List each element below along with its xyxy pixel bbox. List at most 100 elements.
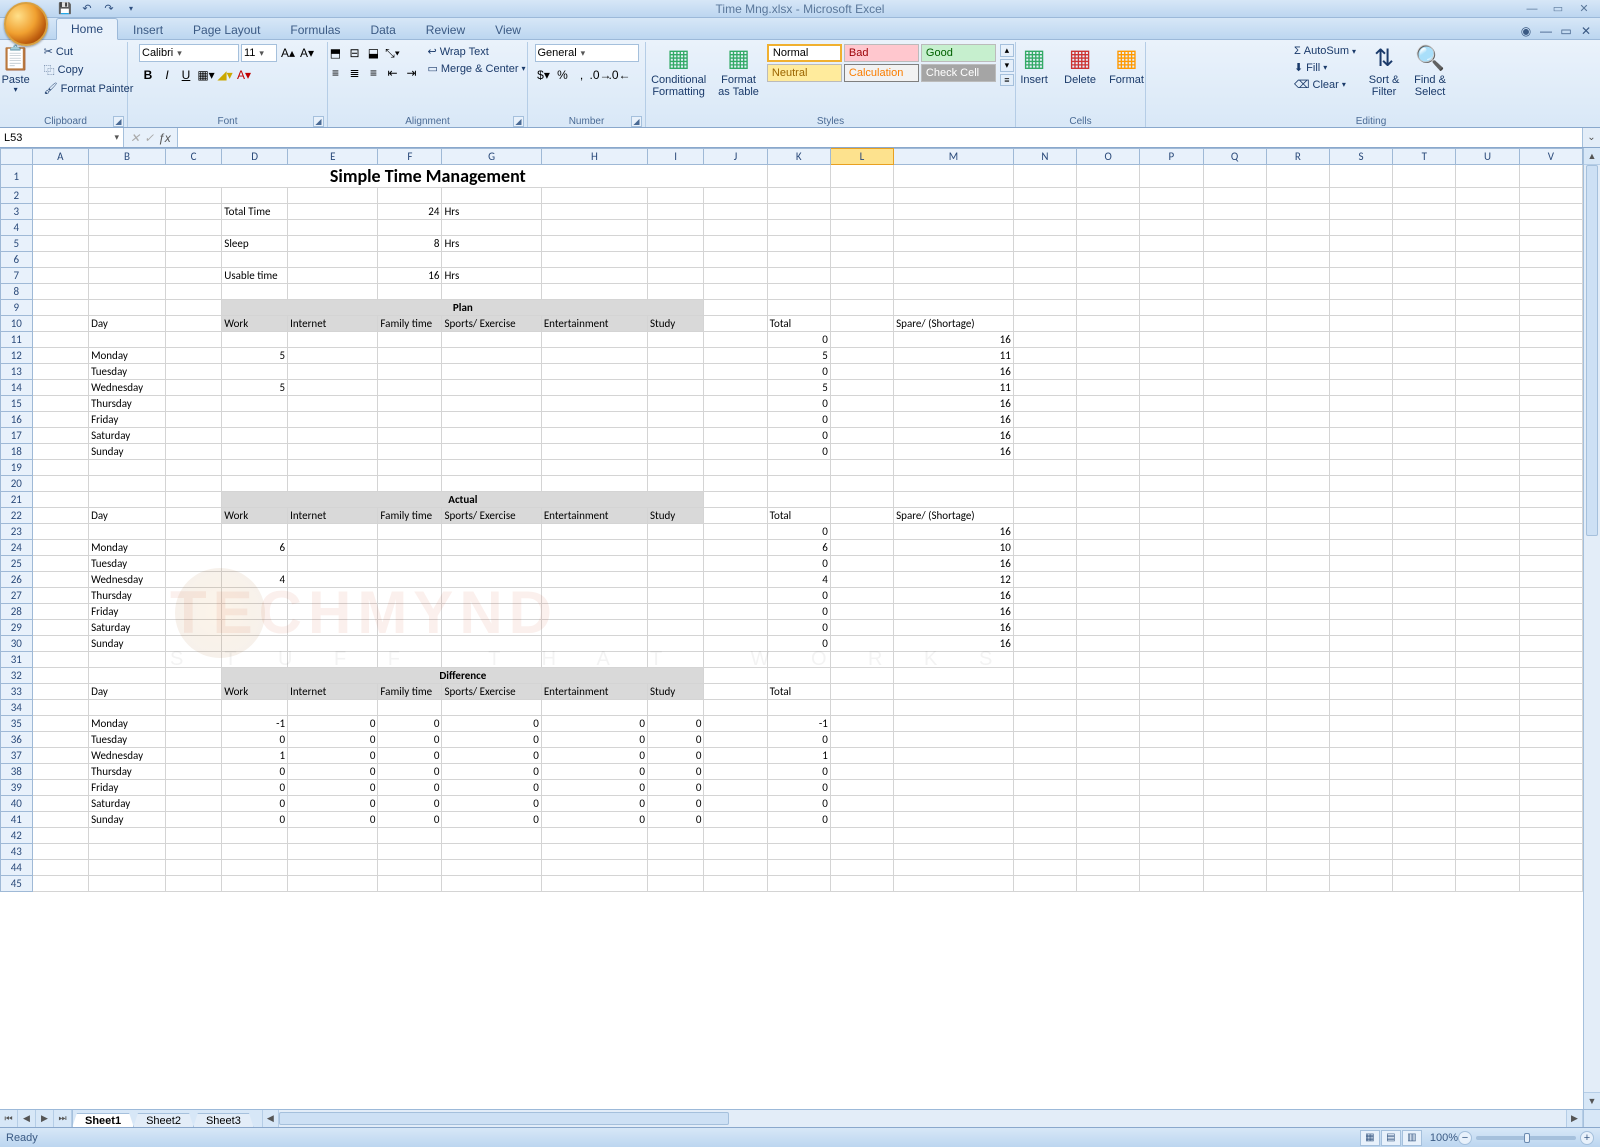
cell-A6[interactable] bbox=[32, 252, 88, 268]
cell-G42[interactable] bbox=[442, 828, 541, 844]
cell-D40[interactable]: 0 bbox=[222, 796, 288, 812]
cell-E20[interactable] bbox=[288, 476, 378, 492]
cell-R12[interactable] bbox=[1266, 348, 1329, 364]
cell-O13[interactable] bbox=[1077, 364, 1140, 380]
cell-O44[interactable] bbox=[1077, 860, 1140, 876]
row-header-21[interactable]: 21 bbox=[1, 492, 33, 508]
cell-M7[interactable] bbox=[894, 268, 1014, 284]
minimize-ribbon-workbook-icon[interactable]: — bbox=[1538, 23, 1554, 39]
cell-H27[interactable] bbox=[541, 588, 647, 604]
cell-C31[interactable] bbox=[165, 652, 221, 668]
cell-S22[interactable] bbox=[1329, 508, 1392, 524]
cell-K26[interactable]: 4 bbox=[767, 572, 830, 588]
cell-H41[interactable]: 0 bbox=[541, 812, 647, 828]
row-header-2[interactable]: 2 bbox=[1, 188, 33, 204]
shrink-font-icon[interactable]: A▾ bbox=[298, 44, 316, 62]
help-icon[interactable]: ◉ bbox=[1518, 23, 1534, 39]
cell-N31[interactable] bbox=[1013, 652, 1076, 668]
cell-F4[interactable] bbox=[378, 220, 442, 236]
cell-G17[interactable] bbox=[442, 428, 541, 444]
cell-F43[interactable] bbox=[378, 844, 442, 860]
cell-U22[interactable] bbox=[1456, 508, 1519, 524]
row-header-44[interactable]: 44 bbox=[1, 860, 33, 876]
cell-H22[interactable]: Entertainment bbox=[541, 508, 647, 524]
cell-Q20[interactable] bbox=[1203, 476, 1266, 492]
cell-P13[interactable] bbox=[1140, 364, 1203, 380]
cell-U43[interactable] bbox=[1456, 844, 1519, 860]
cell-H8[interactable] bbox=[541, 284, 647, 300]
cell-H45[interactable] bbox=[541, 876, 647, 892]
style-bad[interactable]: Bad bbox=[844, 44, 919, 62]
cell-V43[interactable] bbox=[1519, 844, 1582, 860]
row-header-6[interactable]: 6 bbox=[1, 252, 33, 268]
cell-N4[interactable] bbox=[1013, 220, 1076, 236]
cell-V4[interactable] bbox=[1519, 220, 1582, 236]
cell-J8[interactable] bbox=[704, 284, 767, 300]
cell-E17[interactable] bbox=[288, 428, 378, 444]
cell-U1[interactable] bbox=[1456, 165, 1519, 188]
fx-icon[interactable]: ƒx bbox=[158, 131, 171, 145]
cell-O9[interactable] bbox=[1077, 300, 1140, 316]
cell-A43[interactable] bbox=[32, 844, 88, 860]
cell-V36[interactable] bbox=[1519, 732, 1582, 748]
cell-F40[interactable]: 0 bbox=[378, 796, 442, 812]
cell-E31[interactable] bbox=[288, 652, 378, 668]
cell-K11[interactable]: 0 bbox=[767, 332, 830, 348]
cell-F6[interactable] bbox=[378, 252, 442, 268]
cell-R31[interactable] bbox=[1266, 652, 1329, 668]
cell-H3[interactable] bbox=[541, 204, 647, 220]
cell-R17[interactable] bbox=[1266, 428, 1329, 444]
cell-S14[interactable] bbox=[1329, 380, 1392, 396]
cell-O28[interactable] bbox=[1077, 604, 1140, 620]
row-header-5[interactable]: 5 bbox=[1, 236, 33, 252]
cell-G6[interactable] bbox=[442, 252, 541, 268]
cell-J42[interactable] bbox=[704, 828, 767, 844]
cell-R21[interactable] bbox=[1266, 492, 1329, 508]
cell-N39[interactable] bbox=[1013, 780, 1076, 796]
cell-C2[interactable] bbox=[165, 188, 221, 204]
cell-O37[interactable] bbox=[1077, 748, 1140, 764]
cell-V18[interactable] bbox=[1519, 444, 1582, 460]
cell-J17[interactable] bbox=[704, 428, 767, 444]
cell-M30[interactable]: 16 bbox=[894, 636, 1014, 652]
cell-J35[interactable] bbox=[704, 716, 767, 732]
cell-C5[interactable] bbox=[165, 236, 221, 252]
cell-K14[interactable]: 5 bbox=[767, 380, 830, 396]
cell-Q37[interactable] bbox=[1203, 748, 1266, 764]
cell-O33[interactable] bbox=[1077, 684, 1140, 700]
cell-O16[interactable] bbox=[1077, 412, 1140, 428]
cell-S26[interactable] bbox=[1329, 572, 1392, 588]
cell-D19[interactable] bbox=[222, 460, 288, 476]
cell-O40[interactable] bbox=[1077, 796, 1140, 812]
cell-R38[interactable] bbox=[1266, 764, 1329, 780]
row-header-25[interactable]: 25 bbox=[1, 556, 33, 572]
cell-P15[interactable] bbox=[1140, 396, 1203, 412]
name-box[interactable]: L53▾ bbox=[0, 128, 124, 147]
cell-J40[interactable] bbox=[704, 796, 767, 812]
cell-K32[interactable] bbox=[767, 668, 830, 684]
cell-T9[interactable] bbox=[1393, 300, 1456, 316]
zoom-out-button[interactable]: − bbox=[1458, 1131, 1472, 1145]
cell-D30[interactable] bbox=[222, 636, 288, 652]
cell-E35[interactable]: 0 bbox=[288, 716, 378, 732]
cell-H44[interactable] bbox=[541, 860, 647, 876]
cell-S20[interactable] bbox=[1329, 476, 1392, 492]
cell-D18[interactable] bbox=[222, 444, 288, 460]
cell-K16[interactable]: 0 bbox=[767, 412, 830, 428]
cell-A1[interactable] bbox=[32, 165, 88, 188]
col-header-G[interactable]: G bbox=[442, 149, 541, 165]
cell-K35[interactable]: -1 bbox=[767, 716, 830, 732]
cell-M36[interactable] bbox=[894, 732, 1014, 748]
row-header-29[interactable]: 29 bbox=[1, 620, 33, 636]
cell-L14[interactable] bbox=[830, 380, 893, 396]
cell-F36[interactable]: 0 bbox=[378, 732, 442, 748]
row-header-37[interactable]: 37 bbox=[1, 748, 33, 764]
cell-K17[interactable]: 0 bbox=[767, 428, 830, 444]
cell-U39[interactable] bbox=[1456, 780, 1519, 796]
cell-I31[interactable] bbox=[647, 652, 703, 668]
cell-N22[interactable] bbox=[1013, 508, 1076, 524]
fill-color-button[interactable]: ◢▾ bbox=[216, 66, 234, 84]
col-header-S[interactable]: S bbox=[1329, 149, 1392, 165]
style-check-cell[interactable]: Check Cell bbox=[921, 64, 996, 82]
zoom-level[interactable]: 100% bbox=[1430, 1132, 1458, 1144]
